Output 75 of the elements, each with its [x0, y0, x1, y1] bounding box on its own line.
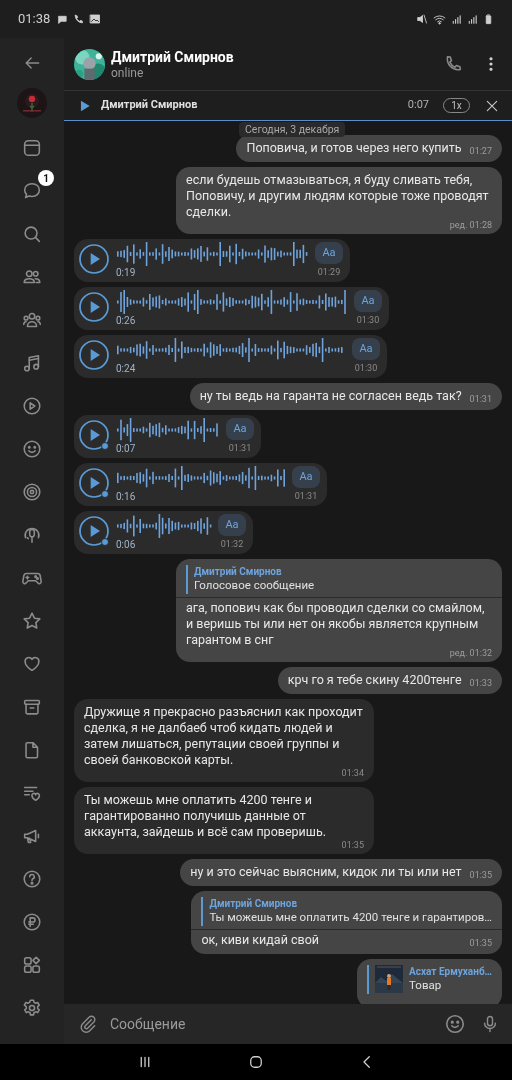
phone-icon	[73, 13, 85, 25]
message-time: 01:34	[340, 768, 364, 779]
transcribe-button[interactable]: Aa	[354, 290, 382, 312]
battery-icon	[483, 12, 494, 26]
settings-icon[interactable]	[21, 996, 43, 1019]
message-time: 01:32	[220, 538, 244, 550]
message-text: ага, попович как бы проводил сделки со смайлом, и веришь ты или нет он якобы является крупным гарантом в снг	[186, 600, 486, 648]
waveform-drawing[interactable]	[116, 514, 212, 538]
message-time: 01:30	[354, 362, 378, 374]
message-text: крч го я тебе скину 4200тенге	[287, 672, 462, 687]
transcribe-button[interactable]: Aa	[292, 466, 320, 488]
play-button-icon[interactable]	[78, 243, 110, 275]
reply-text: Товар	[409, 978, 443, 993]
message-text: Ты можешь мне оплатить 4200 тенге и гарантированно получишь данные от аккаунта, зайдешь и всё сам проверишь.	[84, 792, 327, 840]
signal-icon	[467, 13, 478, 25]
home-icon[interactable]	[247, 1053, 265, 1071]
play-button-icon[interactable]	[78, 291, 110, 323]
message-time: 01:35	[469, 937, 492, 949]
emoji-icon[interactable]	[444, 1013, 466, 1035]
message-composer[interactable]: Сообщение	[64, 1004, 512, 1044]
voice-duration: 0:19	[116, 266, 137, 280]
message-time: ред. 01:28	[448, 220, 492, 231]
transcribe-button[interactable]: Aa	[352, 338, 380, 360]
image-icon	[89, 13, 102, 25]
message-time: ред. 01:32	[448, 648, 492, 659]
wifi-icon	[433, 12, 446, 26]
play-button-icon[interactable]	[78, 515, 110, 547]
message-text: если будешь отмазываться, я буду сливать тебя, Поповичу, и другим людям которые тоже проводят сделки.	[186, 172, 490, 220]
reply-text: Ты можешь мне оплатить 4200 тенге и гарантиров…	[209, 910, 492, 925]
message-text: ну ты ведь на гаранта не согласен ведь так?	[199, 388, 462, 403]
voice-duration: 0:26	[116, 314, 137, 328]
chat-status: online	[111, 65, 145, 81]
signal-icon	[451, 13, 462, 25]
waveform-drawing[interactable]	[116, 418, 220, 442]
message-time: 01:29	[317, 266, 341, 278]
attach-icon[interactable]	[78, 1014, 98, 1034]
mute-icon	[416, 13, 428, 25]
transcribe-button[interactable]: Aa	[218, 514, 246, 536]
waveform-drawing[interactable]	[116, 242, 309, 266]
message-time: 01:30	[356, 314, 380, 326]
play-button-icon[interactable]	[78, 419, 110, 451]
message-time: 01:27	[469, 145, 492, 157]
waveform-drawing[interactable]	[116, 290, 348, 314]
message-text: ну и это сейчас выясним, кидок ли ты или нет	[190, 864, 462, 879]
message-time: 01:31	[294, 490, 318, 502]
message-text: ок, киви кидай свой	[201, 932, 319, 947]
voice-duration: 0:24	[116, 362, 137, 376]
play-button-icon[interactable]	[78, 467, 110, 499]
reply-author: Асхат Ермуханб…	[409, 965, 492, 978]
status-time: 01:38	[18, 10, 51, 29]
voice-duration: 0:06	[116, 538, 137, 552]
waveform-drawing[interactable]	[116, 338, 346, 362]
reply-author: Дмитрий Смирнов	[194, 565, 283, 578]
voice-duration: 0:16	[116, 490, 137, 504]
message-time: 01:31	[228, 442, 252, 454]
message-time: 01:33	[469, 677, 492, 689]
player-title: Дмитрий Смирнов	[101, 97, 199, 114]
reply-author: Дмитрий Смирнов	[209, 897, 299, 910]
message-time: 01:35	[469, 869, 492, 881]
transcribe-button[interactable]: Aa	[226, 418, 254, 440]
waveform-drawing[interactable]	[116, 466, 286, 490]
unread-badge: 1	[38, 170, 54, 186]
message-input[interactable]: Сообщение	[110, 1013, 444, 1035]
message-time: 01:35	[340, 840, 364, 851]
message-text: Поповича, и готов через него купить	[246, 140, 462, 155]
transcribe-button[interactable]: Aa	[315, 242, 343, 264]
message-time: 01:31	[469, 393, 492, 405]
message-text: Дружище я прекрасно разъяснил как проходит сделка, я не далбаеб чтоб кидать людей и затем лишаться, репутации своей группы и своей банковской карты.	[84, 704, 364, 768]
player-time: 0:07	[407, 97, 429, 114]
date-label: Сегодня, 3 декабря	[239, 122, 346, 137]
chat-title: Дмитрий Смирнов	[111, 47, 235, 66]
reply-text: Голосовое сообщение	[194, 578, 315, 593]
voice-duration: 0:07	[116, 442, 137, 456]
chat-icon	[57, 13, 69, 25]
play-button-icon[interactable]	[78, 339, 110, 371]
